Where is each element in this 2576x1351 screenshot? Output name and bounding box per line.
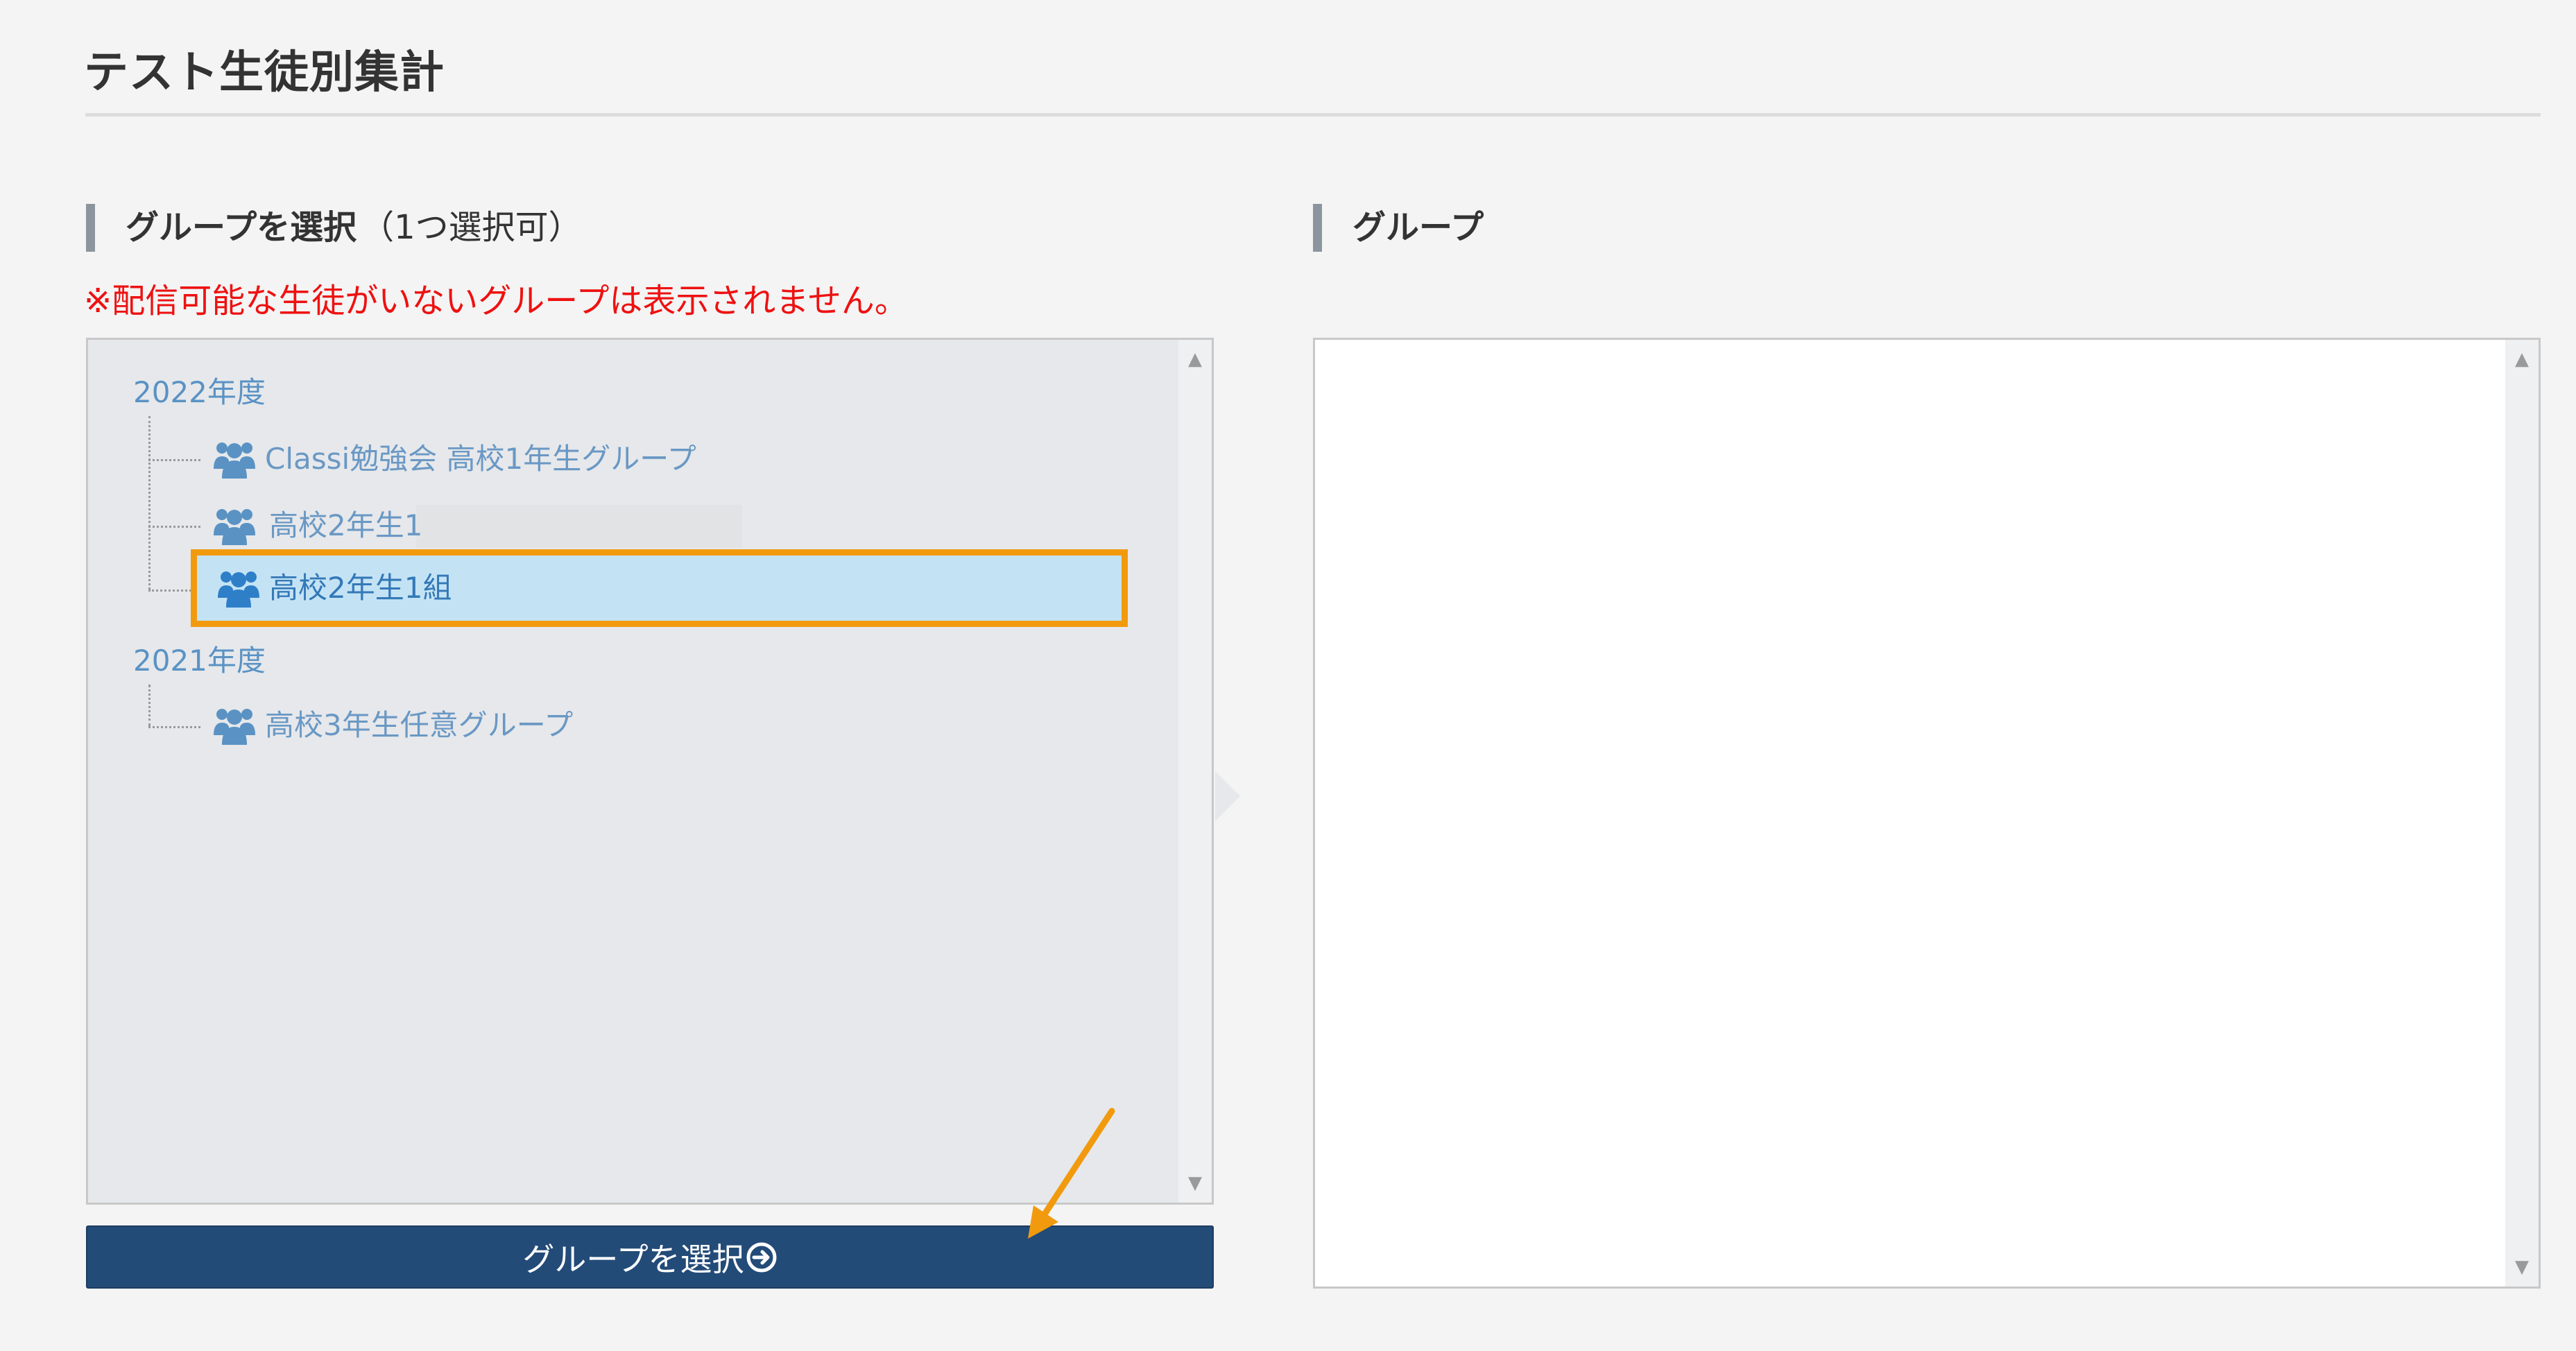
group-icon — [218, 571, 259, 608]
selected-group-panel: ▲ ▼ — [1313, 338, 2541, 1289]
tree-group-label: 高校2年生1組 — [269, 571, 452, 605]
group-icon — [214, 709, 255, 745]
left-section-heading-sub: （1つ選択可） — [361, 208, 582, 247]
scroll-up-icon[interactable]: ▲ — [1178, 345, 1212, 373]
page-title: テスト生徒別集計 — [84, 47, 445, 98]
result-scrollbar[interactable]: ▲ ▼ — [2505, 340, 2539, 1287]
circle-arrow-right-icon — [746, 1242, 777, 1272]
tree-group-item-selected[interactable]: 高校2年生1組 — [191, 549, 1128, 627]
transfer-arrow-icon — [1215, 771, 1240, 821]
tree-year-2022[interactable]: 2022年度 — [133, 373, 266, 412]
tree-group-item[interactable]: 高校2年生1 — [212, 505, 422, 547]
scroll-down-icon[interactable]: ▼ — [2505, 1253, 2539, 1281]
right-section-heading: グループ — [1353, 208, 1484, 247]
group-icon — [214, 442, 255, 479]
scroll-up-icon[interactable]: ▲ — [2505, 345, 2539, 373]
tree-group-label: Classi勉強会 高校1年生グループ — [265, 442, 696, 476]
tree-connector — [148, 590, 191, 592]
redacted-area — [416, 505, 742, 548]
tree-group-item[interactable]: Classi勉強会 高校1年生グループ — [212, 438, 696, 480]
tree-connector — [148, 459, 200, 461]
tree-group-label: 高校3年生任意グループ — [265, 708, 574, 742]
group-icon — [214, 509, 255, 545]
title-divider — [85, 113, 2541, 117]
left-section-marker — [86, 204, 95, 252]
tree-connector — [148, 416, 151, 590]
right-section-marker — [1313, 204, 1322, 252]
tree-group-label: 高校2年生1 — [269, 508, 423, 542]
tree-connector — [148, 726, 200, 728]
annotation-arrow-icon — [1028, 1108, 1115, 1239]
tree-year-2021[interactable]: 2021年度 — [133, 642, 266, 680]
left-section-heading-main: グループを選択 — [126, 208, 357, 247]
select-group-button-label: グループを選択 — [522, 1240, 744, 1278]
tree-scrollbar[interactable]: ▲ ▼ — [1178, 340, 1212, 1203]
tree-connector — [148, 685, 151, 726]
notice-text: ※配信可能な生徒がいないグループは表示されません。 — [84, 282, 908, 320]
tree-group-item[interactable]: 高校3年生任意グループ — [212, 705, 573, 746]
tree-connector — [148, 526, 200, 528]
left-section-heading: グループを選択 （1つ選択可） — [126, 204, 582, 252]
scroll-down-icon[interactable]: ▼ — [1178, 1169, 1212, 1197]
